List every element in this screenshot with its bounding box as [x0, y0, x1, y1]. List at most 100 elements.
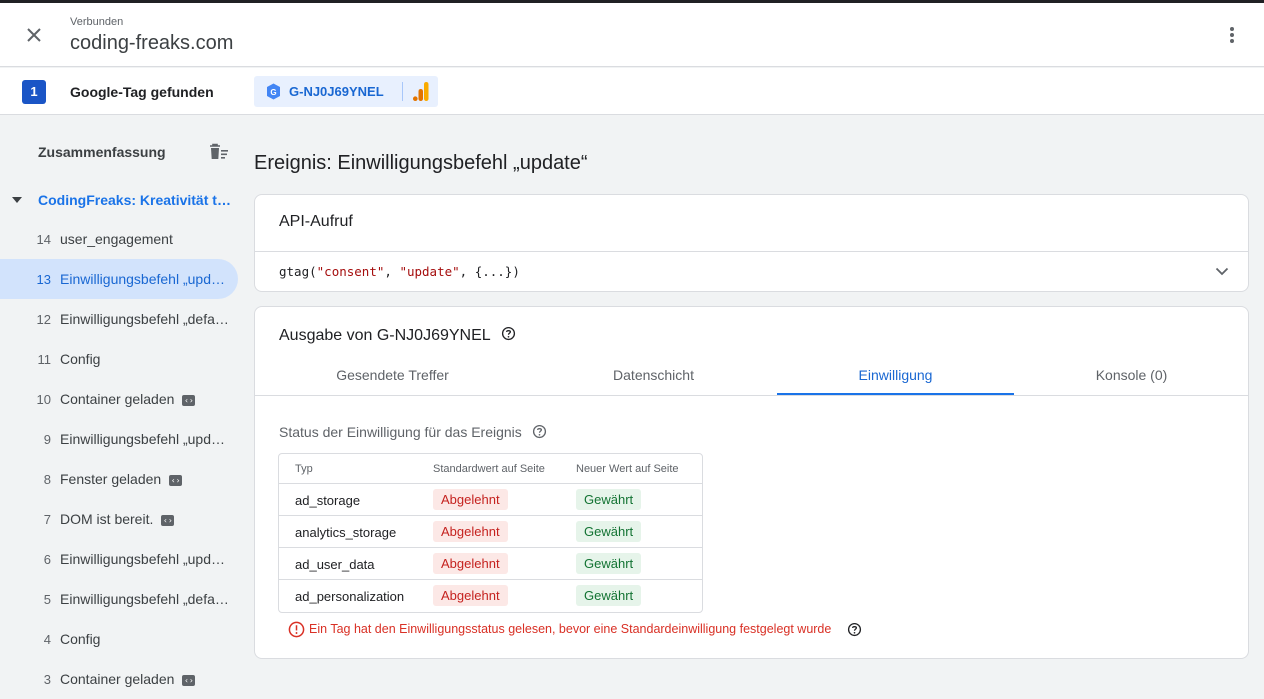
table-row: ad_user_data Abgelehnt Gewährt	[279, 548, 702, 580]
sidebar-event-item[interactable]: 5 Einwilligungsbefehl „default“	[0, 579, 238, 619]
code-prefix: gtag(	[279, 264, 317, 279]
tab-console[interactable]: Konsole (0)	[1013, 355, 1250, 395]
new-value-badge: Gewährt	[576, 521, 642, 542]
tab-data-layer[interactable]: Datenschicht	[535, 355, 772, 395]
consent-type: ad_personalization	[295, 589, 405, 604]
event-label-text: Einwilligungsbefehl „update“	[60, 271, 232, 287]
consent-type: ad_user_data	[295, 557, 375, 572]
code-icon: ‹›	[169, 474, 183, 486]
table-row: ad_storage Abgelehnt Gewährt	[279, 484, 702, 516]
code-icon: ‹›	[182, 674, 196, 686]
tag-chip[interactable]: G G-NJ0J69YNEL	[254, 76, 438, 107]
code-arg-consent: "consent"	[316, 264, 385, 279]
event-label-text: Einwilligungsbefehl „update“	[60, 551, 232, 567]
event-label-text: Einwilligungsbefehl „update“	[60, 431, 232, 447]
event-label-text: user_engagement	[60, 231, 173, 247]
event-number: 9	[43, 432, 51, 447]
event-number: 3	[43, 672, 51, 687]
sidebar-event-item[interactable]: 6 Einwilligungsbefehl „update“	[0, 539, 238, 579]
consent-table: Typ Standardwert auf Seite Neuer Wert au…	[278, 453, 703, 613]
event-number: 5	[43, 592, 51, 607]
sidebar-event-item[interactable]: 14 user_engagement	[0, 219, 238, 259]
api-call-title: API-Aufruf	[279, 213, 353, 230]
event-label: Config	[60, 351, 100, 367]
table-row: ad_personalization Abgelehnt Gewährt	[279, 580, 702, 612]
help-icon[interactable]	[532, 424, 547, 442]
consent-warning: Ein Tag hat den Einwilligungsstatus gele…	[288, 621, 866, 638]
event-number: 7	[43, 512, 51, 527]
help-icon[interactable]	[501, 326, 516, 346]
col-header-new: Neuer Wert auf Seite	[576, 463, 679, 475]
new-value-badge: Gewährt	[576, 585, 642, 606]
event-number: 8	[43, 472, 51, 487]
chip-divider	[402, 82, 403, 101]
page-node[interactable]: CodingFreaks: Kreativität trifft Technik	[0, 182, 240, 218]
default-value-badge: Abgelehnt	[433, 553, 508, 574]
new-value-badge: Gewährt	[576, 553, 642, 574]
sidebar-event-item[interactable]: 8 Fenster geladen ‹›	[0, 459, 238, 499]
table-body: ad_storage Abgelehnt Gewährt analytics_stor…	[279, 484, 702, 612]
summary-link[interactable]: Zusammenfassung	[38, 144, 166, 160]
api-call-code: gtag("consent", "update", {...})	[279, 264, 520, 279]
event-label: Einwilligungsbefehl „update“	[60, 431, 232, 447]
event-label: user_engagement	[60, 231, 173, 247]
google-tag-icon: G	[266, 83, 281, 105]
output-title-text: Ausgabe von G-NJ0J69YNEL	[279, 327, 491, 345]
connection-status: Verbunden	[70, 16, 124, 28]
api-call-card: API-Aufruf gtag("consent", "update", {..…	[254, 194, 1249, 292]
event-label-text: DOM ist bereit.	[60, 511, 154, 527]
default-value-badge: Abgelehnt	[433, 489, 508, 510]
sidebar-event-item[interactable]: 11 Config	[0, 339, 238, 379]
page-title: CodingFreaks: Kreativität trifft Technik	[38, 192, 233, 208]
sidebar-event-item[interactable]: 4 Config	[0, 619, 238, 659]
help-icon[interactable]	[847, 622, 866, 637]
event-number: 10	[36, 392, 51, 407]
card-divider	[255, 251, 1248, 252]
event-number: 14	[36, 232, 51, 247]
table-header-row: Typ Standardwert auf Seite Neuer Wert au…	[279, 454, 702, 484]
warning-text: Ein Tag hat den Einwilligungsstatus gele…	[309, 621, 832, 636]
tab-consent[interactable]: Einwilligung	[777, 355, 1014, 395]
sidebar-event-item[interactable]: 9 Einwilligungsbefehl „update“	[0, 419, 238, 459]
default-value-badge: Abgelehnt	[433, 585, 508, 606]
sidebar-event-item[interactable]: 3 Container geladen ‹›	[0, 659, 238, 699]
event-label: Einwilligungsbefehl „update“	[60, 271, 232, 287]
more-vert-icon[interactable]	[1222, 25, 1242, 45]
close-icon[interactable]	[22, 23, 46, 47]
code-icon: ‹›	[182, 394, 196, 406]
consent-status-heading: Status der Einwilligung für das Ereignis	[279, 424, 547, 442]
sidebar-event-item[interactable]: 12 Einwilligungsbefehl „default“	[0, 299, 238, 339]
event-title: Ereignis: Einwilligungsbefehl „update“	[254, 152, 588, 174]
event-label: Einwilligungsbefehl „default“	[60, 591, 232, 607]
chevron-down-icon[interactable]	[1214, 263, 1230, 284]
event-label: Container geladen ‹›	[60, 391, 196, 407]
event-number: 4	[43, 632, 51, 647]
svg-text:G: G	[270, 88, 276, 97]
analytics-icon	[413, 82, 429, 106]
tag-found-label: Google-Tag gefunden	[70, 84, 214, 100]
collapse-arrow-icon[interactable]	[12, 197, 22, 203]
code-arg-update: "update"	[399, 264, 460, 279]
table-row: analytics_storage Abgelehnt Gewährt	[279, 516, 702, 548]
sidebar-event-item[interactable]: 7 DOM ist bereit. ‹›	[0, 499, 238, 539]
consent-type: ad_storage	[295, 493, 361, 508]
sidebar-event-item[interactable]: 13 Einwilligungsbefehl „update“	[0, 259, 238, 299]
new-value-badge: Gewährt	[576, 489, 642, 510]
tag-count-badge: 1	[22, 80, 46, 104]
event-label-text: Container geladen	[60, 671, 175, 687]
app-header: Verbunden coding-freaks.com	[0, 3, 1264, 67]
code-icon: ‹›	[161, 514, 175, 526]
event-label-text: Container geladen	[60, 391, 175, 407]
clear-messages-icon[interactable]	[206, 142, 230, 167]
event-number: 11	[37, 352, 52, 367]
code-comma: ,	[384, 264, 400, 279]
tab-hits-sent[interactable]: Gesendete Treffer	[274, 355, 511, 395]
event-sidebar: Zusammenfassung CodingFreaks: Kreativitä…	[0, 116, 240, 697]
tag-bar: 1 Google-Tag gefunden G G-NJ0J69YNEL	[0, 68, 1264, 115]
consent-type: analytics_storage	[295, 525, 397, 540]
sidebar-event-item[interactable]: 10 Container geladen ‹›	[0, 379, 238, 419]
event-number: 13	[36, 272, 51, 287]
event-list: 14 user_engagement 13 Einwilligungsbefehl „…	[0, 219, 240, 699]
event-label-text: Einwilligungsbefehl „default“	[60, 311, 232, 327]
tag-output-card: Ausgabe von G-NJ0J69YNEL Gesendete Treff…	[254, 306, 1249, 659]
